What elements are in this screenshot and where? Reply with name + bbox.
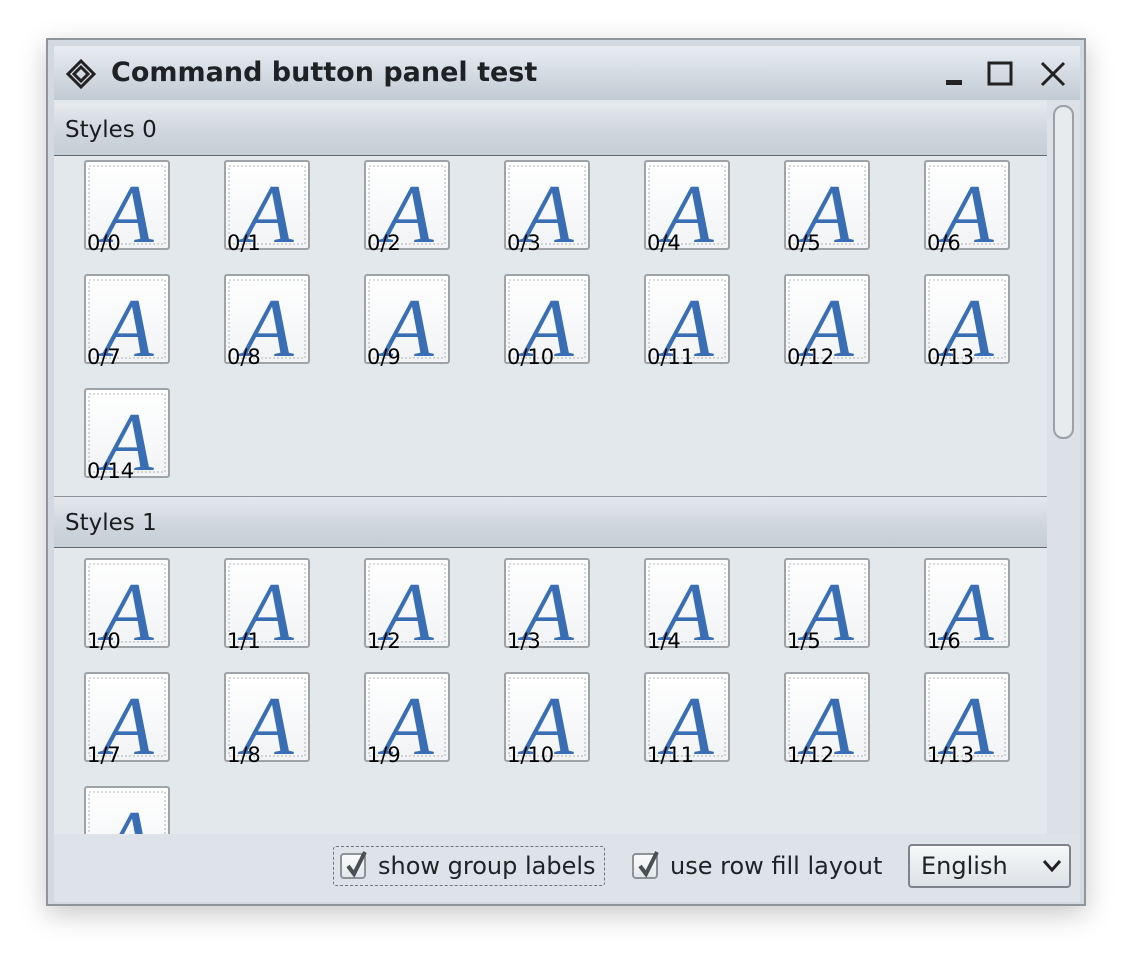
scrollbar-thumb[interactable] <box>1053 105 1074 439</box>
command-button-label: 1/8 <box>227 743 261 767</box>
command-button[interactable]: A 1/8 <box>224 672 310 766</box>
command-button-label: 0/14 <box>87 459 135 483</box>
command-button[interactable]: A 0/7 <box>84 274 170 368</box>
command-button[interactable]: A 1/10 <box>504 672 590 766</box>
command-button-label: 1/7 <box>87 743 121 767</box>
command-button-label: 0/10 <box>507 345 555 369</box>
command-button[interactable]: A 0/12 <box>784 274 870 368</box>
command-button-label: 0/8 <box>227 345 261 369</box>
command-button[interactable]: A 0/9 <box>364 274 450 368</box>
command-button[interactable]: A 1/12 <box>784 672 870 766</box>
maximize-icon[interactable] <box>986 60 1014 88</box>
font-letter-a-icon: A <box>88 791 166 834</box>
bottom-control-bar: show group labels use row fill layout En… <box>54 834 1080 902</box>
command-button-label: 0/3 <box>507 231 541 255</box>
command-button[interactable]: A 1/3 <box>504 558 590 652</box>
checkbox-label: use row fill layout <box>670 852 883 880</box>
command-button-label: 1/4 <box>647 629 681 653</box>
command-button[interactable]: A 0/4 <box>644 160 730 254</box>
command-button[interactable]: A 1/13 <box>924 672 1010 766</box>
command-button[interactable]: A 0/14 <box>84 388 170 482</box>
checkbox-label: show group labels <box>378 852 596 880</box>
command-button[interactable]: A 0/8 <box>224 274 310 368</box>
command-button-label: 0/4 <box>647 231 681 255</box>
close-icon[interactable] <box>1039 60 1067 88</box>
command-button[interactable]: A 0/2 <box>364 160 450 254</box>
command-button[interactable]: A 0/13 <box>924 274 1010 368</box>
checkbox-box[interactable] <box>340 851 367 879</box>
command-button-label: 0/0 <box>87 231 121 255</box>
command-button[interactable]: A 0/3 <box>504 160 590 254</box>
title-bar[interactable]: Command button panel test <box>54 46 1080 100</box>
chevron-down-icon <box>1042 858 1062 878</box>
command-button[interactable]: A 1/4 <box>644 558 730 652</box>
group-header-0: Styles 0 <box>54 104 1047 156</box>
command-button[interactable]: A 0/1 <box>224 160 310 254</box>
command-button[interactable]: A 0/10 <box>504 274 590 368</box>
svg-text:A: A <box>97 794 154 834</box>
command-button[interactable]: A 1/5 <box>784 558 870 652</box>
command-button-label: 1/11 <box>647 743 695 767</box>
vertical-scrollbar[interactable] <box>1047 100 1080 834</box>
command-button-label: 0/9 <box>367 345 401 369</box>
command-button[interactable]: A 0/0 <box>84 160 170 254</box>
command-button-label: 0/13 <box>927 345 975 369</box>
command-button-label: 1/5 <box>787 629 821 653</box>
group-label: Styles 0 <box>65 117 157 143</box>
command-button-label: 1/10 <box>507 743 555 767</box>
use-row-fill-layout-checkbox[interactable]: use row fill layout <box>632 846 882 886</box>
group-header-1: Styles 1 <box>54 496 1047 548</box>
command-button[interactable]: A 1/6 <box>924 558 1010 652</box>
command-button[interactable]: A <box>84 786 170 834</box>
command-button[interactable]: A 1/9 <box>364 672 450 766</box>
command-button[interactable]: A 1/11 <box>644 672 730 766</box>
checkbox-box[interactable] <box>632 851 659 879</box>
app-diamond-icon <box>65 58 97 90</box>
command-button-label: 0/6 <box>927 231 961 255</box>
command-button-label: 0/1 <box>227 231 261 255</box>
command-button-label: 0/2 <box>367 231 401 255</box>
command-button[interactable]: A 1/1 <box>224 558 310 652</box>
command-button-label: 1/12 <box>787 743 835 767</box>
minimize-icon[interactable] <box>943 60 971 88</box>
app-window: Command button panel test Styles 0 A 0/0 A… <box>46 38 1086 906</box>
show-group-labels-checkbox[interactable]: show group labels <box>333 846 605 886</box>
window-title: Command button panel test <box>111 57 538 88</box>
command-button-label: 1/3 <box>507 629 541 653</box>
command-button[interactable]: A 1/2 <box>364 558 450 652</box>
command-button-label: 1/6 <box>927 629 961 653</box>
command-button-label: 0/7 <box>87 345 121 369</box>
command-button-label: 1/9 <box>367 743 401 767</box>
command-button-label: 0/11 <box>647 345 695 369</box>
command-button[interactable]: A 0/11 <box>644 274 730 368</box>
command-button[interactable]: A 1/0 <box>84 558 170 652</box>
command-button-label: 1/13 <box>927 743 975 767</box>
language-value: English <box>921 852 1008 880</box>
command-button-label: 0/12 <box>787 345 835 369</box>
command-button-label: 1/1 <box>227 629 261 653</box>
command-button-label: 1/2 <box>367 629 401 653</box>
command-button-panel: Styles 0 A 0/0 A 0/1 A 0/2 A 0/3 A 0/4 A 0/5 A 0/6 A 0/… <box>54 100 1080 834</box>
command-button-label: 0/5 <box>787 231 821 255</box>
command-button-label: 1/0 <box>87 629 121 653</box>
command-button[interactable]: A 0/5 <box>784 160 870 254</box>
command-button[interactable]: A 0/6 <box>924 160 1010 254</box>
language-select[interactable]: English <box>908 844 1071 888</box>
group-label: Styles 1 <box>65 510 157 536</box>
command-button[interactable]: A 1/7 <box>84 672 170 766</box>
